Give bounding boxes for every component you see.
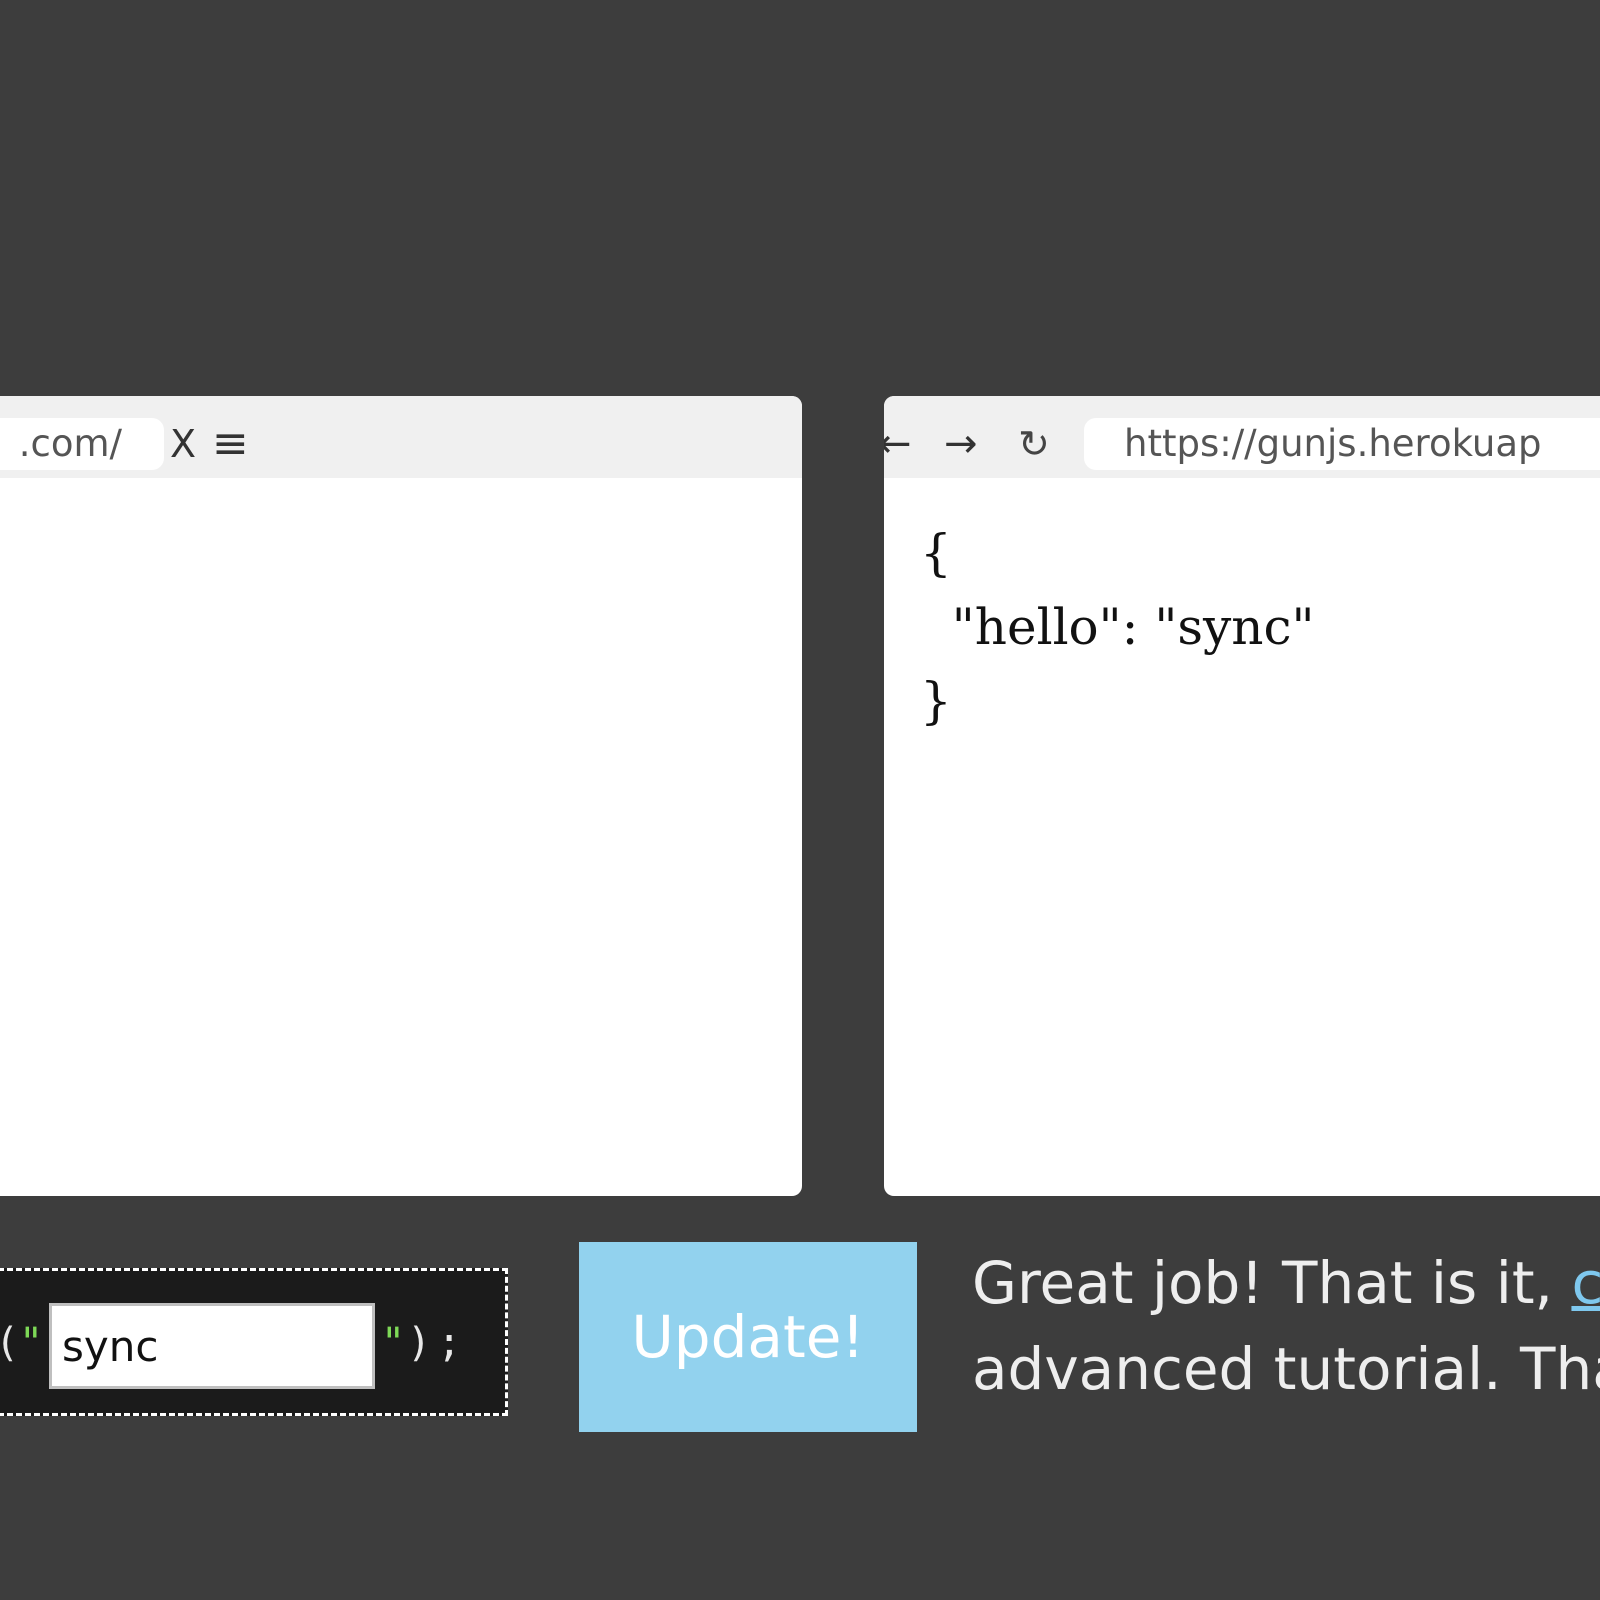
message-line-1: Great job! That is it, cl: [972, 1240, 1600, 1326]
right-browser-toolbar: ← → ↻ https://gunjs.herokuap: [884, 396, 1600, 478]
code-editor-box: ( " " );: [0, 1268, 508, 1416]
code-value-input[interactable]: [49, 1303, 375, 1389]
left-address-bar[interactable]: .com/: [0, 418, 164, 470]
forward-arrow-icon[interactable]: →: [944, 420, 978, 468]
code-open-paren: (: [0, 1317, 19, 1369]
success-message: Great job! That is it, cl advanced tutor…: [972, 1240, 1600, 1412]
code-close-paren-semicolon: );: [407, 1320, 468, 1366]
message-line-1-text: Great job! That is it,: [972, 1249, 1572, 1317]
tutorial-stage: .com/ X ≡ ← → ↻ https://gunjs.herokuap {…: [0, 0, 1600, 1600]
update-button[interactable]: Update!: [579, 1242, 917, 1432]
right-address-bar[interactable]: https://gunjs.herokuap: [1084, 418, 1600, 470]
close-icon[interactable]: X: [170, 420, 196, 468]
back-arrow-icon[interactable]: ←: [884, 420, 911, 468]
menu-icon[interactable]: ≡: [212, 420, 249, 468]
left-browser-window: .com/ X ≡: [0, 396, 802, 1196]
reload-icon[interactable]: ↻: [1018, 420, 1050, 468]
left-browser-toolbar: .com/ X ≡: [0, 396, 802, 478]
message-link[interactable]: cl: [1571, 1249, 1600, 1317]
code-open-quote: ": [19, 1320, 44, 1366]
message-line-2: advanced tutorial. Tha: [972, 1335, 1600, 1403]
json-response-content: { "hello": "sync" }: [920, 524, 1315, 730]
code-close-quote: ": [381, 1320, 406, 1366]
right-browser-window: ← → ↻ https://gunjs.herokuap { "hello": …: [884, 396, 1600, 1196]
